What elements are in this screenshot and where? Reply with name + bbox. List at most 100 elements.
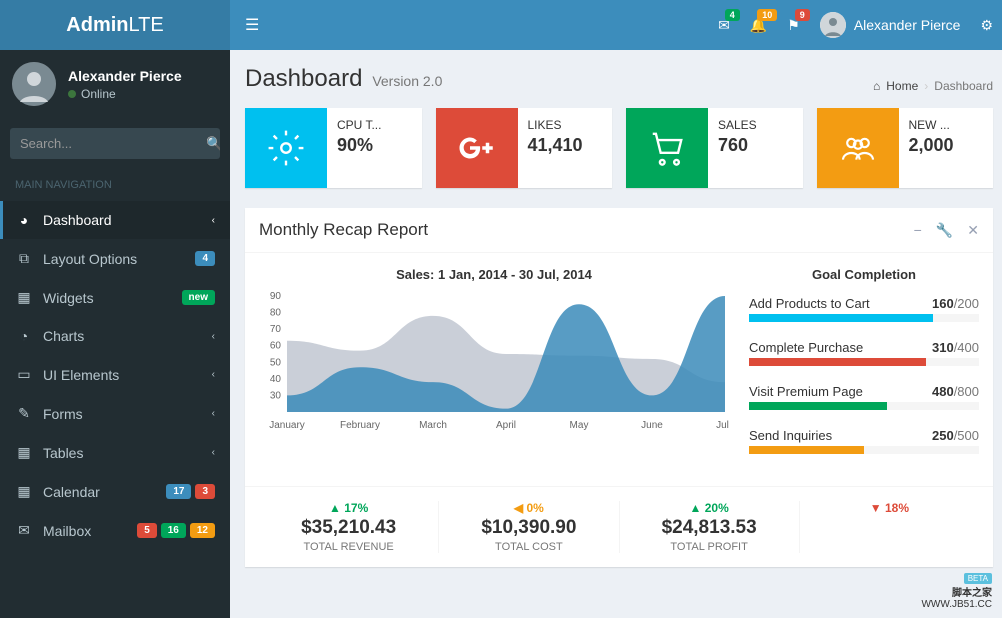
status-dot-icon	[68, 90, 76, 98]
badge: 12	[190, 523, 215, 538]
sidebar-item-charts[interactable]: ◔ Charts ‹	[0, 317, 230, 355]
nav-header: MAIN NAVIGATION	[0, 169, 230, 201]
chevron-left-icon: ‹	[212, 331, 215, 342]
sales-chart: 30405060708090JanuaryFebruaryMarchAprilM…	[259, 292, 729, 432]
avatar	[12, 62, 56, 106]
chart-title: Sales: 1 Jan, 2014 - 30 Jul, 2014	[259, 267, 729, 282]
sidebar-item-mailbox[interactable]: ✉ Mailbox 5 16 12	[0, 511, 230, 550]
user-status: Online	[68, 87, 182, 101]
breadcrumb-home[interactable]: Home	[886, 79, 918, 93]
svg-text:February: February	[340, 420, 380, 431]
goal-item: Add Products to Cart160/200	[749, 296, 979, 322]
svg-text:January: January	[269, 420, 305, 431]
caret-left-icon: ◀	[514, 501, 527, 515]
svg-text:40: 40	[270, 374, 282, 385]
top-navbar: ☰ ✉ 4 🔔 10 ⚑ 9 Al	[230, 0, 1002, 50]
notifications-button[interactable]: 🔔 10	[750, 17, 767, 34]
badge: 4	[195, 251, 215, 266]
sidebar-item-layout[interactable]: ⧉ Layout Options 4	[0, 239, 230, 278]
info-label: CPU T...	[337, 118, 412, 132]
calendar-icon: ▦	[15, 483, 33, 500]
goal-item: Send Inquiries250/500	[749, 428, 979, 454]
search-button[interactable]: 🔍	[206, 128, 220, 159]
sidebar-item-forms[interactable]: ✎ Forms ‹	[0, 394, 230, 433]
mail-icon: ✉	[15, 522, 33, 539]
dashboard-icon: ◕	[15, 212, 33, 228]
logo[interactable]: AdminLTE	[0, 0, 230, 50]
cart-icon	[626, 108, 708, 188]
caret-up-icon: ▲	[329, 501, 344, 515]
close-icon: ✕	[967, 222, 979, 238]
page-subtitle: Version 2.0	[372, 73, 442, 89]
sidebar-item-calendar[interactable]: ▦ Calendar 17 3	[0, 472, 230, 511]
sidebar-item-tables[interactable]: ▦ Tables ‹	[0, 433, 230, 472]
svg-text:60: 60	[270, 341, 282, 352]
edit-icon: ✎	[15, 405, 33, 422]
info-value: 41,410	[528, 135, 603, 156]
sidebar-item-ui[interactable]: ▭ UI Elements ‹	[0, 355, 230, 394]
badge: 3	[195, 484, 215, 499]
info-label: LIKES	[528, 118, 603, 132]
chevron-left-icon: ‹	[212, 369, 215, 380]
svg-text:May: May	[570, 420, 589, 431]
info-label: SALES	[718, 118, 793, 132]
navbar-user[interactable]: Alexander Pierce	[820, 12, 961, 38]
recap-box: Monthly Recap Report − 🔧 ✕ Sales: 1 Jan,…	[245, 208, 993, 567]
caret-down-icon: ▼	[870, 501, 885, 515]
goal-item: Visit Premium Page480/800	[749, 384, 979, 410]
wrench-icon: 🔧	[936, 222, 953, 238]
close-button[interactable]: ✕	[967, 222, 979, 239]
caret-up-icon: ▲	[690, 501, 705, 515]
badge: 4	[725, 9, 740, 21]
svg-text:90: 90	[270, 292, 282, 302]
svg-text:March: March	[419, 420, 447, 431]
stat-profit: ▲ 20% $24,813.53 TOTAL PROFIT	[620, 501, 800, 553]
navbar-user-name: Alexander Pierce	[854, 17, 961, 33]
svg-text:April: April	[496, 420, 516, 431]
box-title: Monthly Recap Report	[259, 220, 428, 240]
info-value: 760	[718, 135, 793, 156]
settings-button[interactable]: ⚙	[980, 17, 993, 34]
gear-icon	[245, 108, 327, 188]
info-value: 2,000	[909, 135, 984, 156]
stat-goal: ▼ 18%	[800, 501, 979, 553]
sidebar-item-widgets[interactable]: ▦ Widgets new	[0, 278, 230, 317]
breadcrumb-current: Dashboard	[934, 79, 993, 93]
badge: new	[182, 290, 215, 305]
info-box-new: NEW ... 2,000	[817, 108, 994, 188]
user-panel: Alexander Pierce Online	[0, 50, 230, 118]
goals-title: Goal Completion	[749, 267, 979, 282]
table-icon: ▦	[15, 444, 33, 461]
chevron-left-icon: ‹	[212, 215, 215, 226]
search-input[interactable]	[10, 128, 206, 159]
user-name: Alexander Pierce	[68, 68, 182, 84]
page-title: Dashboard	[245, 65, 362, 92]
settings-button[interactable]: 🔧	[936, 222, 953, 239]
people-icon	[817, 108, 899, 188]
gears-icon: ⚙	[980, 17, 993, 33]
hamburger-icon[interactable]: ☰	[245, 15, 259, 35]
badge: 16	[161, 523, 186, 538]
info-box-cpu: CPU T... 90%	[245, 108, 422, 188]
grid-icon: ▦	[15, 289, 33, 306]
info-label: NEW ...	[909, 118, 984, 132]
goal-item: Complete Purchase310/400	[749, 340, 979, 366]
svg-text:50: 50	[270, 357, 282, 368]
svg-text:June: June	[641, 420, 663, 431]
breadcrumb: ⌂ Home › Dashboard	[873, 79, 993, 93]
tasks-button[interactable]: ⚑ 9	[787, 17, 800, 34]
avatar	[820, 12, 846, 38]
collapse-button[interactable]: −	[914, 222, 922, 239]
sidebar-item-dashboard[interactable]: ◕ Dashboard ‹	[0, 201, 230, 239]
mail-button[interactable]: ✉ 4	[718, 17, 730, 34]
stat-revenue: ▲ 17% $35,210.43 TOTAL REVENUE	[259, 501, 439, 553]
badge: 5	[137, 523, 157, 538]
search-icon: 🔍	[206, 136, 220, 151]
stat-cost: ◀ 0% $10,390.90 TOTAL COST	[439, 501, 619, 553]
pie-icon: ◔	[15, 328, 33, 344]
svg-text:30: 30	[270, 390, 282, 401]
svg-text:80: 80	[270, 308, 282, 319]
info-value: 90%	[337, 135, 412, 156]
google-plus-icon	[436, 108, 518, 188]
minus-icon: −	[914, 222, 922, 238]
